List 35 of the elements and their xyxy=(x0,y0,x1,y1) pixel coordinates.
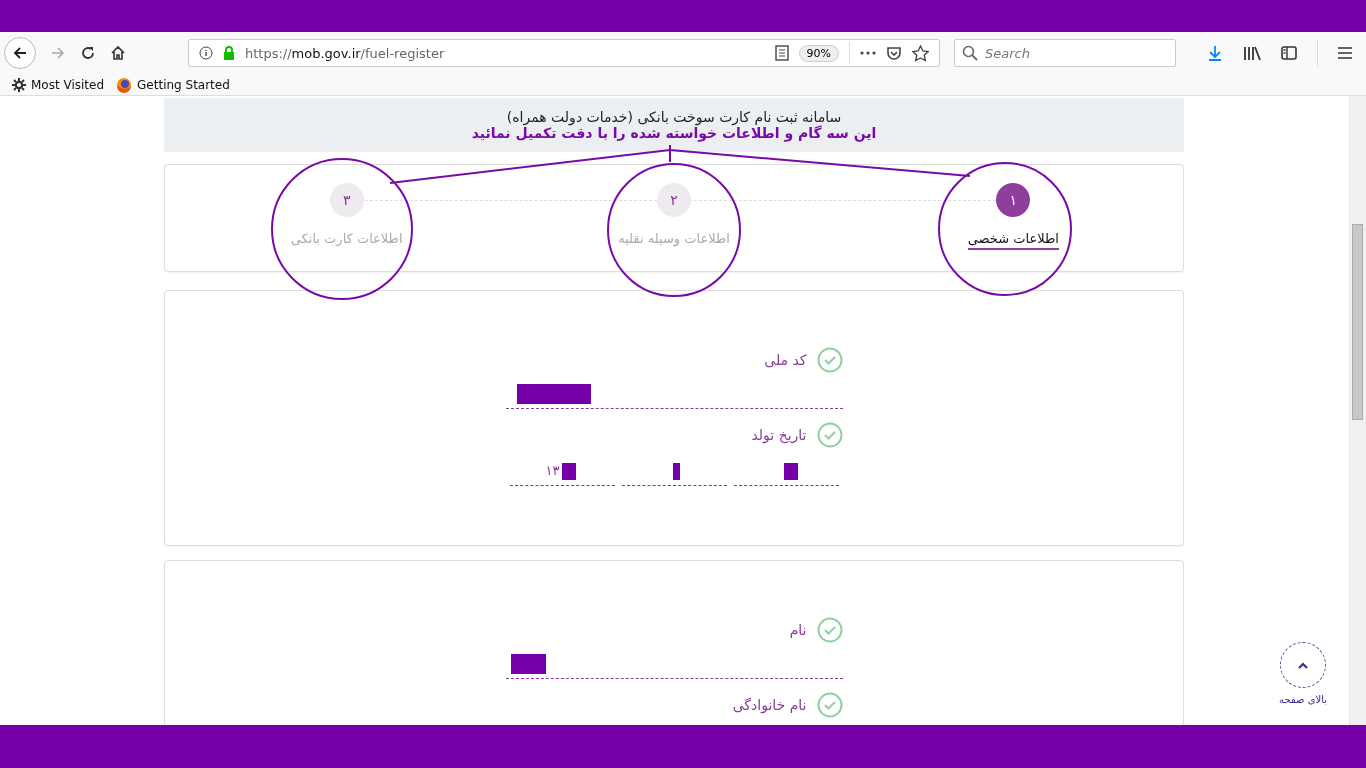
pocket-icon[interactable] xyxy=(886,45,902,61)
download-icon[interactable] xyxy=(1207,45,1223,61)
more-icon[interactable] xyxy=(860,51,876,55)
input-field[interactable]: ۱۳ xyxy=(509,449,615,486)
star-icon[interactable] xyxy=(912,44,929,62)
back-button[interactable] xyxy=(4,37,36,69)
page-title: سامانه ثبت نام کارت سوخت بانکی (خدمات دولت همراه) xyxy=(506,109,842,125)
step-tab[interactable]: ۱ اطلاعات شخصی xyxy=(843,165,1183,271)
info-icon[interactable] xyxy=(199,46,213,60)
back-to-top-label: بالای صفحه xyxy=(1279,694,1327,705)
search-field[interactable]: Search xyxy=(954,39,1176,67)
url-text: https://mob.gov.ir/fuel-register xyxy=(245,45,446,61)
bookmark-item[interactable]: Getting Started xyxy=(116,76,230,93)
bookmark-item[interactable]: Most Visited xyxy=(12,77,105,92)
globe-icon xyxy=(116,76,133,93)
field-value: ۱۳ xyxy=(545,463,560,478)
search-icon xyxy=(962,45,978,61)
field-label: نام xyxy=(789,622,807,638)
home-icon[interactable] xyxy=(110,45,126,61)
menu-icon[interactable] xyxy=(1338,47,1352,59)
zoom-badge[interactable]: 90% xyxy=(798,44,839,62)
reader-view-icon[interactable] xyxy=(774,45,789,61)
scrollbar[interactable] xyxy=(1349,96,1366,725)
field-label: نام خانوادگی xyxy=(732,697,807,713)
field-label: تاریخ تولد xyxy=(751,427,807,443)
address-bar[interactable]: https://mob.gov.ir/fuel-register 90% xyxy=(188,39,940,67)
field-label: کد ملی xyxy=(764,352,807,368)
library-icon[interactable] xyxy=(1243,45,1261,61)
back-icon xyxy=(12,45,28,61)
reload-icon[interactable] xyxy=(80,45,96,61)
lock-icon xyxy=(223,46,235,60)
caret-icon xyxy=(1298,661,1309,669)
sidebar-icon[interactable] xyxy=(1281,45,1297,61)
gear-icon xyxy=(12,77,26,92)
page-subtitle: این سه گام و اطلاعات خواسته شده را با دقت تکمیل نمائید xyxy=(471,125,877,141)
